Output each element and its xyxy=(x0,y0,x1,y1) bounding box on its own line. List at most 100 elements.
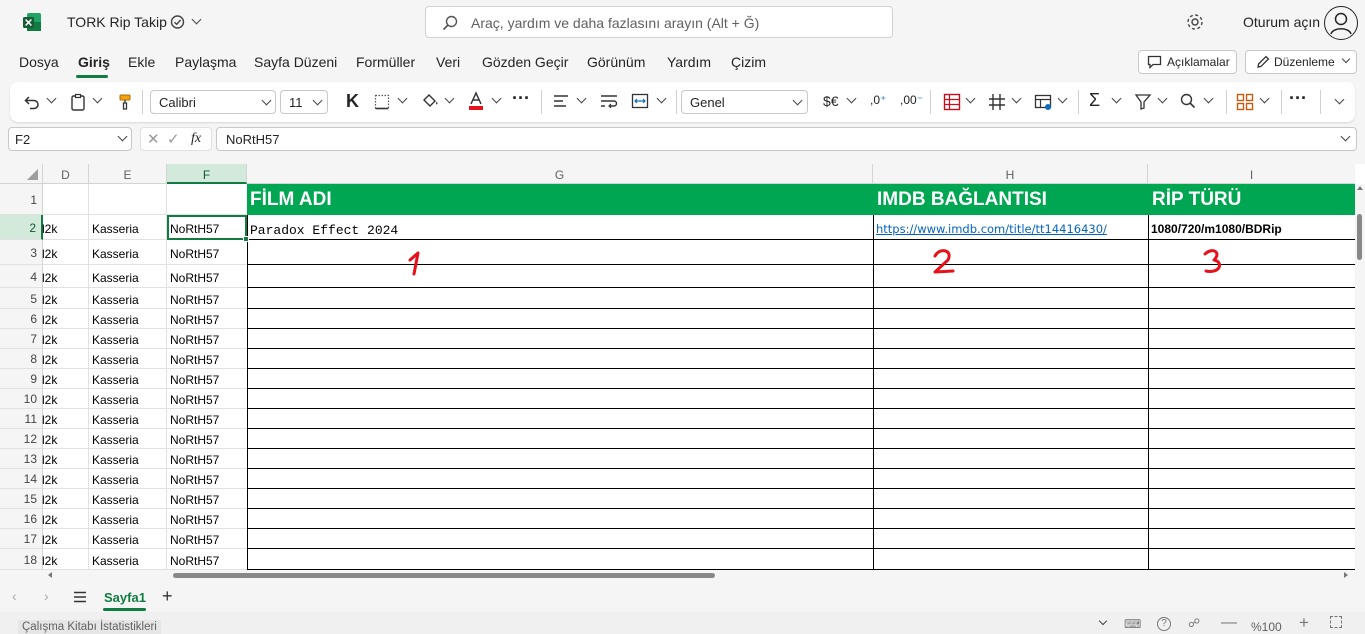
feedback-icon[interactable]: ☍ xyxy=(1188,616,1200,630)
comments-label: Açıklamalar xyxy=(1167,55,1230,69)
autosum-chevron-down-icon[interactable] xyxy=(1111,93,1122,104)
menu-giris[interactable]: Giriş xyxy=(78,54,110,70)
status-chevron-down-icon[interactable] xyxy=(1098,616,1108,626)
paste-chevron-down-icon[interactable] xyxy=(92,93,103,104)
menu-yardim[interactable]: Yardım xyxy=(667,54,711,70)
scroll-up-arrow-icon[interactable] xyxy=(1357,186,1363,190)
zoom-level[interactable]: %100 xyxy=(1251,620,1282,634)
vertical-scrollbar[interactable] xyxy=(1355,184,1365,570)
fill-color-icon[interactable] xyxy=(421,92,439,110)
undo-chevron-down-icon[interactable] xyxy=(46,93,57,104)
name-box-value: F2 xyxy=(15,132,31,147)
title-chevron-down-icon[interactable] xyxy=(191,14,202,25)
sheet-tab-sayfa1[interactable]: Sayfa1 xyxy=(104,590,146,605)
table-format-chevron-down-icon[interactable] xyxy=(1011,93,1022,104)
name-box[interactable]: F2 xyxy=(8,127,132,151)
font-name-dropdown[interactable]: Calibri xyxy=(150,90,276,114)
insert-function-icon[interactable]: fx xyxy=(191,131,201,147)
menu-formuller[interactable]: Formüller xyxy=(356,54,415,70)
help-icon[interactable]: ? xyxy=(1157,617,1171,631)
ribbon-expand-chevron-down-icon[interactable] xyxy=(1334,94,1345,105)
autosum-icon[interactable]: Σ xyxy=(1089,90,1100,111)
workbook-statistics[interactable]: Çalışma Kitabı İstatistikleri xyxy=(18,620,161,634)
more-options-icon[interactable]: ··· xyxy=(1289,88,1307,109)
document-title[interactable]: TORK Rip Takip xyxy=(67,14,167,30)
fill-color-chevron-down-icon[interactable] xyxy=(444,93,455,104)
cell-h2-imdb-link[interactable]: https://www.imdb.com/title/tt14416430/ xyxy=(873,222,1107,236)
borders-icon[interactable] xyxy=(374,94,390,110)
prev-sheet-icon[interactable]: ‹ xyxy=(12,588,17,604)
find-select-icon[interactable] xyxy=(1180,93,1196,109)
formula-input[interactable]: NoRtH57 xyxy=(216,127,1357,151)
undo-icon[interactable] xyxy=(24,94,40,110)
bold-button[interactable]: K xyxy=(346,91,359,112)
font-color-chevron-down-icon[interactable] xyxy=(491,93,502,104)
horizontal-scrollbar[interactable] xyxy=(0,570,1365,582)
currency-format-button[interactable]: $€ xyxy=(823,93,839,109)
sheet-tab-bar: ‹ › Sayfa1 + xyxy=(0,582,1365,612)
scroll-right-arrow-icon[interactable] xyxy=(1344,572,1348,578)
search-box[interactable]: Araç, yardım ve daha fazlasını arayın (A… xyxy=(425,6,893,38)
menu-dosya[interactable]: Dosya xyxy=(19,54,59,70)
number-format-dropdown[interactable]: Genel xyxy=(681,90,808,114)
wrap-text-icon[interactable] xyxy=(600,94,618,108)
borders-chevron-down-icon[interactable] xyxy=(397,93,408,104)
merge-center-icon[interactable] xyxy=(631,93,649,109)
cell-g2-film-title[interactable]: Paradox Effect 2024 xyxy=(247,223,398,238)
add-ins-icon[interactable] xyxy=(1236,93,1254,111)
table-format-icon[interactable] xyxy=(988,93,1006,111)
menu-cizim[interactable]: Çizim xyxy=(731,54,766,70)
ribbon-separator xyxy=(1078,90,1079,114)
currency-chevron-down-icon[interactable] xyxy=(846,93,857,104)
sign-in-link[interactable]: Oturum açın xyxy=(1243,14,1320,30)
add-sheet-icon[interactable]: + xyxy=(162,586,173,607)
zoom-out-icon[interactable]: — xyxy=(1221,614,1237,632)
menu-veri[interactable]: Veri xyxy=(436,54,460,70)
editing-mode-button[interactable]: Düzenleme xyxy=(1245,50,1357,74)
sort-filter-chevron-down-icon[interactable] xyxy=(1157,93,1168,104)
enter-formula-icon[interactable]: ✓ xyxy=(167,130,180,148)
scroll-left-arrow-icon[interactable] xyxy=(48,572,52,578)
align-left-icon[interactable] xyxy=(553,94,569,108)
cell-i2-rip-type[interactable]: 1080/720/m1080/BDRip xyxy=(1148,222,1282,236)
formula-expand-chevron-down-icon xyxy=(1340,131,1351,142)
menu-sayfa-duzeni[interactable]: Sayfa Düzeni xyxy=(254,54,337,70)
more-font-options-icon[interactable]: ··· xyxy=(512,88,530,109)
zoom-in-icon[interactable]: + xyxy=(1299,613,1309,633)
conditional-format-icon[interactable] xyxy=(943,93,961,111)
merge-chevron-down-icon[interactable] xyxy=(656,93,667,104)
cell-styles-icon[interactable] xyxy=(1034,93,1052,111)
font-size-dropdown[interactable]: 11 xyxy=(280,90,328,114)
menu-ekle[interactable]: Ekle xyxy=(128,54,155,70)
menu-gozden-gecir[interactable]: Gözden Geçir xyxy=(482,54,568,70)
spreadsheet-grid[interactable]: D E F G H I FİLM ADI IMDB BAĞLANTISI RİP… xyxy=(0,164,1365,570)
font-size-value: 11 xyxy=(289,95,303,110)
increase-decimal-icon[interactable]: ,0⁺ xyxy=(870,93,886,107)
menu-gorunum[interactable]: Görünüm xyxy=(587,54,645,70)
vertical-scroll-thumb[interactable] xyxy=(1357,214,1362,260)
format-painter-icon[interactable] xyxy=(118,94,132,110)
font-name-value: Calibri xyxy=(159,95,196,110)
ribbon-toolbar: Calibri 11 K ··· Genel $€ ,0⁺ ,00⁻ Σ ··· xyxy=(10,82,1355,122)
decrease-decimal-icon[interactable]: ,00⁻ xyxy=(900,93,923,107)
all-sheets-menu-icon[interactable] xyxy=(73,591,87,603)
conditional-format-chevron-down-icon[interactable] xyxy=(965,93,976,104)
horizontal-scroll-thumb[interactable] xyxy=(173,573,715,578)
fullscreen-icon[interactable] xyxy=(1330,616,1342,628)
avatar[interactable] xyxy=(1324,6,1358,40)
align-chevron-down-icon[interactable] xyxy=(576,93,587,104)
ribbon-separator xyxy=(1281,90,1282,114)
menu-paylasma[interactable]: Paylaşma xyxy=(175,54,236,70)
cancel-formula-icon[interactable]: ✕ xyxy=(147,130,160,148)
add-ins-chevron-down-icon[interactable] xyxy=(1259,93,1270,104)
find-chevron-down-icon[interactable] xyxy=(1203,93,1214,104)
sort-filter-icon[interactable] xyxy=(1134,93,1152,111)
next-sheet-icon[interactable]: › xyxy=(44,588,49,604)
comments-button[interactable]: Açıklamalar xyxy=(1138,50,1237,74)
font-color-icon[interactable] xyxy=(468,91,484,111)
person-icon xyxy=(1330,12,1352,35)
keyboard-icon[interactable]: ⌨ xyxy=(1124,617,1141,631)
settings-gear-icon[interactable] xyxy=(1185,12,1205,32)
cell-styles-chevron-down-icon[interactable] xyxy=(1057,93,1068,104)
paste-clipboard-icon[interactable] xyxy=(70,93,86,111)
